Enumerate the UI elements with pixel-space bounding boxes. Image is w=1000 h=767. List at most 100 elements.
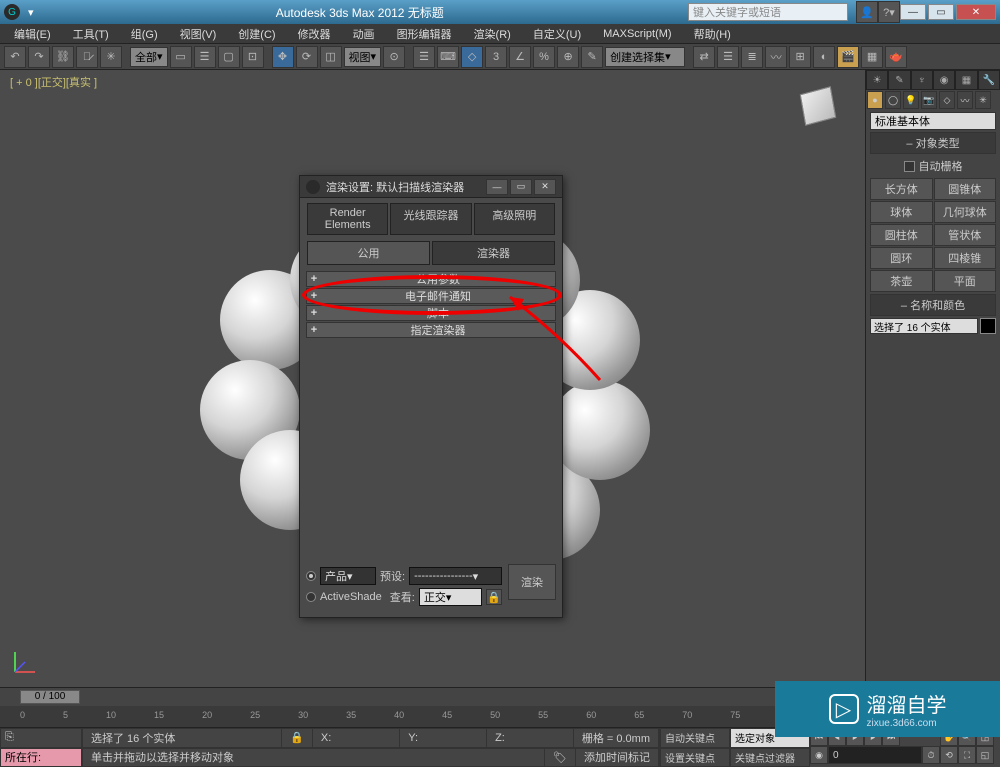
auto-key-button[interactable]: 自动关键点 [660, 728, 730, 748]
create-lights-icon[interactable]: 💡 [903, 91, 919, 109]
nav-maximize-icon[interactable]: ⛶ [958, 746, 976, 764]
help-icon[interactable]: 👤 [856, 1, 878, 23]
create-spacewarps-icon[interactable]: 〰 [957, 91, 973, 109]
material-editor-icon[interactable]: ◐ [813, 46, 835, 68]
name-color-header[interactable]: – 名称和颜色 [870, 294, 996, 316]
tab-raytracer[interactable]: 光线跟踪器 [390, 203, 471, 235]
manipulate-icon[interactable]: ☰ [413, 46, 435, 68]
ref-coord-dropdown[interactable]: 视图 ▾ [344, 47, 382, 67]
nav-orbit-icon[interactable]: ⟲ [940, 746, 958, 764]
radio-product[interactable] [306, 571, 316, 581]
menu-modifiers[interactable]: 修改器 [288, 24, 341, 44]
close-button[interactable]: ✕ [956, 4, 996, 20]
percent-snap-icon[interactable]: ∠ [509, 46, 531, 68]
menu-customize[interactable]: 自定义(U) [523, 24, 591, 44]
primitive-tube[interactable]: 管状体 [934, 224, 997, 246]
layers-icon[interactable]: ≣ [741, 46, 763, 68]
minimize-button[interactable]: — [900, 4, 926, 20]
product-dropdown[interactable]: 产品 ▾ [320, 567, 376, 585]
angle-snap-icon[interactable]: 3 [485, 46, 507, 68]
nav-zoom-all-icon[interactable]: ◱ [976, 746, 994, 764]
select-region-icon[interactable]: ▢ [218, 46, 240, 68]
lock-selection-icon[interactable]: 🔒 [282, 729, 313, 747]
snap-options-icon[interactable]: ⊕ [557, 46, 579, 68]
key-filters-button[interactable]: 关键点过滤器 [730, 748, 810, 767]
menu-create[interactable]: 创建(C) [228, 24, 285, 44]
tab-render-elements[interactable]: Render Elements [307, 203, 388, 235]
select-scale-icon[interactable]: ◫ [320, 46, 342, 68]
menu-maxscript[interactable]: MAXScript(M) [593, 26, 681, 42]
select-icon[interactable]: ▭ [170, 46, 192, 68]
menu-group[interactable]: 组(G) [121, 24, 168, 44]
panel-tab-hierarchy[interactable]: ♆ [911, 70, 933, 90]
keyboard-shortcut-icon[interactable]: ⌨ [437, 46, 459, 68]
window-crossing-icon[interactable]: ⊡ [242, 46, 264, 68]
dialog-close-button[interactable]: ✕ [534, 179, 556, 195]
coord-y[interactable]: Y: [400, 729, 487, 747]
create-cameras-icon[interactable]: 📷 [921, 91, 937, 109]
preset-dropdown[interactable]: ---------------- ▾ [409, 567, 502, 585]
rendered-frame-icon[interactable]: ▦ [861, 46, 883, 68]
primitive-sphere[interactable]: 球体 [870, 201, 933, 223]
app-icon[interactable]: G [4, 4, 20, 20]
tab-advanced-lighting[interactable]: 高级照明 [474, 203, 555, 235]
object-type-header[interactable]: – 对象类型 [870, 132, 996, 154]
rollout-scripts[interactable]: +脚本 [306, 305, 556, 321]
mirror-icon[interactable]: ⇄ [693, 46, 715, 68]
bind-icon[interactable]: ✳ [100, 46, 122, 68]
time-tag-icon[interactable]: 🏷 [545, 749, 576, 767]
select-name-icon[interactable]: ☰ [194, 46, 216, 68]
autogrid-checkbox[interactable] [904, 161, 915, 172]
schematic-icon[interactable]: ⊞ [789, 46, 811, 68]
panel-tab-create[interactable]: ☀ [866, 70, 888, 90]
viewport-label[interactable]: [ + 0 ][正交][真实 ] [10, 74, 97, 90]
coord-z[interactable]: Z: [487, 729, 574, 747]
help-search-input[interactable]: 键入关键字或短语 [688, 3, 848, 21]
primitive-geosphere[interactable]: 几何球体 [934, 201, 997, 223]
rollout-assign-renderer[interactable]: +指定渲染器 [306, 322, 556, 338]
create-shapes-icon[interactable]: ◯ [885, 91, 901, 109]
selection-filter-dropdown[interactable]: 全部 ▾ [130, 47, 168, 67]
undo-icon[interactable]: ↶ [4, 46, 26, 68]
menu-help[interactable]: 帮助(H) [684, 24, 741, 44]
view-dropdown[interactable]: 正交 ▾ [419, 588, 482, 606]
pivot-icon[interactable]: ⊙ [383, 46, 405, 68]
object-name-input[interactable]: 选择了 16 个实体 [870, 318, 978, 334]
align-icon[interactable]: ☰ [717, 46, 739, 68]
unlink-icon[interactable]: ⛓̷ [76, 46, 98, 68]
coord-x[interactable]: X: [313, 729, 400, 747]
create-helpers-icon[interactable]: ◇ [939, 91, 955, 109]
add-time-tag[interactable]: 添加时间标记 [576, 749, 659, 767]
time-slider[interactable]: 0 / 100 [0, 688, 865, 706]
help-dropdown-icon[interactable]: ?▾ [878, 1, 900, 23]
panel-tab-modify[interactable]: ✎ [888, 70, 910, 90]
redo-icon[interactable]: ↷ [28, 46, 50, 68]
menu-graph-editors[interactable]: 图形编辑器 [387, 24, 462, 44]
select-move-icon[interactable]: ✥ [272, 46, 294, 68]
time-config-icon[interactable]: ⏱ [922, 746, 940, 764]
object-color-swatch[interactable] [980, 318, 996, 334]
menu-rendering[interactable]: 渲染(R) [464, 24, 521, 44]
current-frame-input[interactable]: 0 [828, 746, 922, 764]
menu-edit[interactable]: 编辑(E) [4, 24, 61, 44]
render-icon[interactable]: 🫖 [885, 46, 907, 68]
panel-tab-utilities[interactable]: 🔧 [978, 70, 1000, 90]
set-key-button[interactable]: 设置关键点 [660, 748, 730, 767]
radio-activeshade[interactable] [306, 592, 316, 602]
primitive-box[interactable]: 长方体 [870, 178, 933, 200]
time-slider-handle[interactable]: 0 / 100 [20, 690, 80, 704]
snap-toggle-icon[interactable]: ◇ [461, 46, 483, 68]
primitive-cone[interactable]: 圆锥体 [934, 178, 997, 200]
named-selection-dropdown[interactable]: 创建选择集 ▾ [605, 47, 685, 67]
menu-views[interactable]: 视图(V) [170, 24, 227, 44]
panel-tab-display[interactable]: ▦ [955, 70, 977, 90]
spinner-snap-icon[interactable]: % [533, 46, 555, 68]
primitive-category-dropdown[interactable]: 标准基本体 [870, 112, 996, 130]
maxscript-mini-icon[interactable]: ⎘ [0, 728, 82, 748]
tab-common[interactable]: 公用 [307, 241, 430, 265]
create-systems-icon[interactable]: ✳ [975, 91, 991, 109]
rollout-common-params[interactable]: +公用参数 [306, 271, 556, 287]
lock-view-icon[interactable]: 🔒 [486, 589, 502, 605]
primitive-pyramid[interactable]: 四棱锥 [934, 247, 997, 269]
menu-tools[interactable]: 工具(T) [63, 24, 119, 44]
